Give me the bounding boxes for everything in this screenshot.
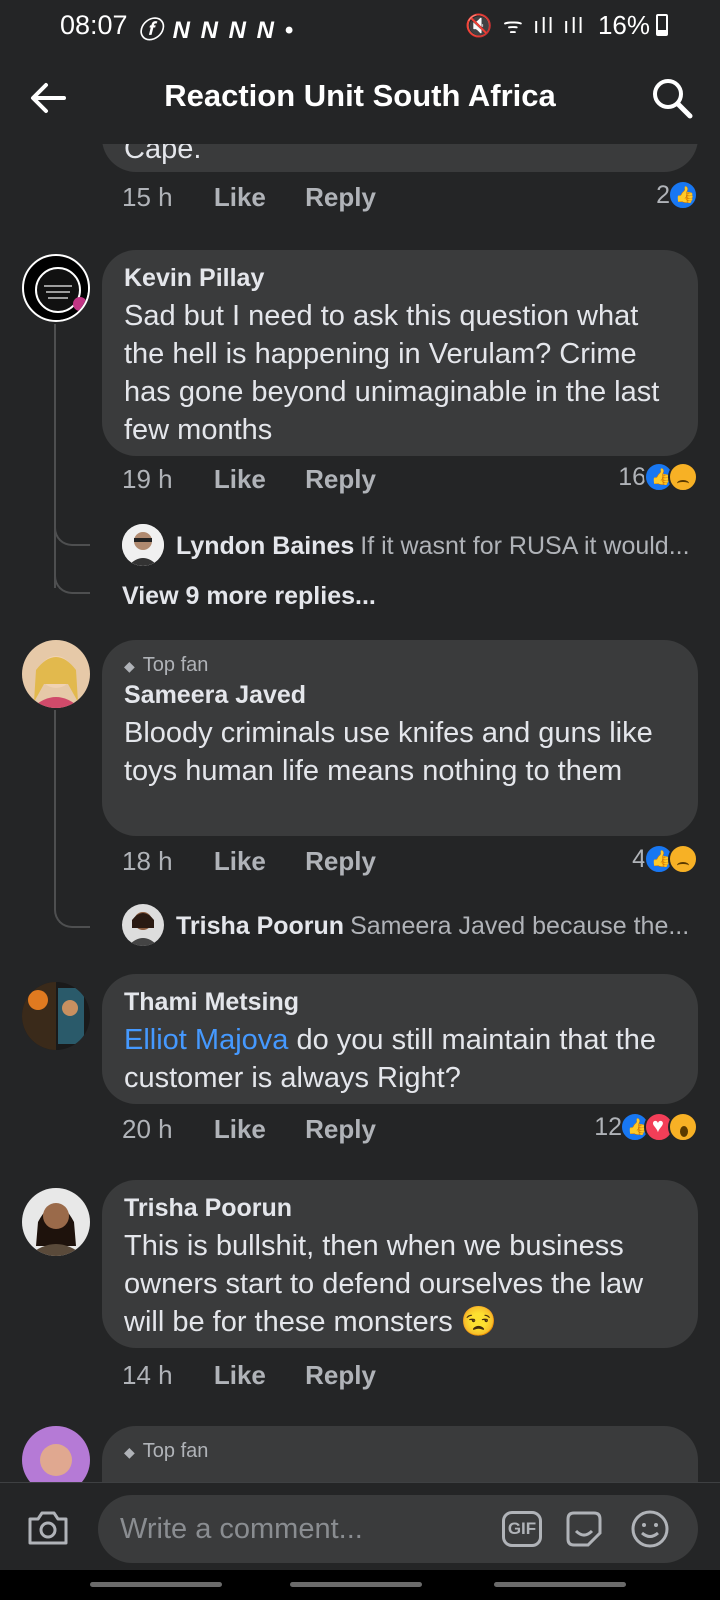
comment-time: 18 h <box>122 846 173 876</box>
comment-placeholder: Write a comment... <box>120 1513 363 1545</box>
thread-line <box>54 324 56 588</box>
reply-avatar-image <box>122 524 164 566</box>
commenter-name[interactable]: Thami Metsing <box>124 988 678 1017</box>
thread-branch <box>54 564 90 594</box>
comment-bubble[interactable]: ◆ Top fan Sameera Javed Bloody criminals … <box>102 640 698 836</box>
reply-text: Sameera Javed because the... <box>350 912 690 940</box>
page-title: Reaction Unit South Africa <box>164 78 556 113</box>
like-button[interactable]: Like <box>214 464 266 494</box>
comment-bubble[interactable]: ◆ Top fan <box>102 1426 698 1482</box>
reply-avatar[interactable] <box>122 524 164 566</box>
diamond-icon: ◆ <box>124 1444 135 1460</box>
like-button[interactable]: Like <box>214 1360 266 1390</box>
sad-reaction-icon <box>668 844 698 874</box>
comment-input[interactable]: Write a comment... GIF <box>98 1495 698 1563</box>
thread-line <box>54 710 56 900</box>
top-bar: Reaction Unit South Africa <box>0 52 720 144</box>
badge-label: Top fan <box>142 1440 209 1462</box>
top-fan-badge: ◆ Top fan <box>124 654 678 677</box>
like-button[interactable]: Like <box>214 846 266 876</box>
avatar-image <box>22 982 90 1050</box>
comment-bubble[interactable]: Kevin Pillay Sad but I need to ask this … <box>102 250 698 456</box>
reaction-summary[interactable]: 12 <box>594 1112 698 1142</box>
avatar-image <box>22 640 90 708</box>
comment-time: 15 h <box>122 182 173 212</box>
reaction-summary[interactable]: 4 <box>632 844 698 874</box>
diamond-icon: ◆ <box>124 658 135 674</box>
avatar[interactable] <box>22 640 90 708</box>
reaction-summary[interactable]: 2 <box>656 180 698 210</box>
commenter-name[interactable]: Sameera Javed <box>124 681 678 710</box>
avatar[interactable] <box>22 1426 90 1482</box>
gif-button[interactable]: GIF <box>502 1511 542 1547</box>
comment-meta: 20 h Like Reply <box>122 1114 408 1145</box>
comment-meta: 19 h Like Reply <box>122 464 408 495</box>
comment-meta: 14 h Like Reply <box>122 1360 408 1391</box>
nav-back[interactable] <box>494 1582 626 1587</box>
reaction-summary[interactable]: 16 <box>618 462 698 492</box>
badge-label: Top fan <box>142 654 209 676</box>
thread-branch <box>54 898 90 928</box>
avatar-image <box>28 260 88 320</box>
top-fan-badge: ◆ Top fan <box>124 1440 678 1463</box>
avatar-image <box>22 1188 90 1256</box>
mention-link[interactable]: Elliot Majova <box>124 1024 288 1056</box>
reply-text: If it wasnt for RUSA it would... <box>360 532 690 560</box>
system-nav-bar <box>0 1570 720 1600</box>
avatar[interactable] <box>22 254 90 322</box>
wow-reaction-icon <box>668 1112 698 1142</box>
battery-icon <box>656 14 668 36</box>
reply-author: Lyndon Baines <box>176 532 355 560</box>
camera-icon[interactable] <box>26 1507 70 1547</box>
comment-time: 14 h <box>122 1360 173 1390</box>
search-icon[interactable] <box>650 76 694 120</box>
reaction-count: 12 <box>594 1112 622 1141</box>
reply-avatar[interactable] <box>122 904 164 946</box>
reply-button[interactable]: Reply <box>305 846 376 876</box>
comment-text: Bloody criminals use knifes and guns lik… <box>124 717 653 787</box>
comment-meta: 18 h Like Reply <box>122 846 408 877</box>
like-reaction-icon <box>668 180 698 210</box>
like-button[interactable]: Like <box>214 1114 266 1144</box>
commenter-name[interactable]: Trisha Poorun <box>124 1194 678 1223</box>
comment-bubble[interactable]: Cape. <box>102 144 698 172</box>
reaction-count: 16 <box>618 462 646 491</box>
reply-button[interactable]: Reply <box>305 182 376 212</box>
reply-avatar-image <box>122 904 164 946</box>
reply-preview[interactable]: Lyndon Baines If it wasnt for RUSA it wou… <box>176 532 690 561</box>
comment-text: Sad but I need to ask this question what… <box>124 300 660 446</box>
sad-reaction-icon <box>668 462 698 492</box>
system-icons: 🔇 ᯤ ıll ıll <box>465 13 585 38</box>
comment-text: Elliot Majova do you still maintain that… <box>124 1021 678 1097</box>
nav-home[interactable] <box>290 1582 422 1587</box>
comment-bubble[interactable]: Trisha Poorun This is bullshit, then whe… <box>102 1180 698 1348</box>
reply-button[interactable]: Reply <box>305 1114 376 1144</box>
comment-meta: 15 h Like Reply <box>122 182 408 213</box>
reply-button[interactable]: Reply <box>305 1360 376 1390</box>
comment-composer: Write a comment... GIF <box>0 1482 720 1570</box>
view-more-replies[interactable]: View 9 more replies... <box>122 582 376 611</box>
comment-text: Cape. <box>124 144 202 165</box>
sticker-icon[interactable] <box>564 1509 604 1549</box>
comment-text: This is bullshit, then when we business … <box>124 1230 644 1338</box>
like-button[interactable]: Like <box>214 182 266 212</box>
battery-percent: 16% <box>597 10 650 40</box>
comment-time: 19 h <box>122 464 173 494</box>
comments-list: Cape. 15 h Like Reply 2 Kevin Pillay Sad… <box>0 144 720 1482</box>
comment-time: 20 h <box>122 1114 173 1144</box>
emoji-icon[interactable] <box>630 1509 670 1549</box>
notification-icons: ⓕ N N N N • <box>138 17 296 44</box>
comment-bubble[interactable]: Thami Metsing Elliot Majova do you still… <box>102 974 698 1104</box>
reply-preview[interactable]: Trisha Poorun Sameera Javed because the..… <box>176 912 689 941</box>
status-time: 08:07 <box>60 10 128 40</box>
commenter-name[interactable]: Kevin Pillay <box>124 264 678 293</box>
reply-author: Trisha Poorun <box>176 912 345 940</box>
avatar[interactable] <box>22 982 90 1050</box>
reply-button[interactable]: Reply <box>305 464 376 494</box>
nav-recents[interactable] <box>90 1582 222 1587</box>
avatar-image <box>22 1426 90 1482</box>
thread-branch <box>54 516 90 546</box>
avatar[interactable] <box>22 1188 90 1256</box>
status-bar: 08:07 ⓕ N N N N • 🔇 ᯤ ıll ıll 16% <box>0 0 720 52</box>
